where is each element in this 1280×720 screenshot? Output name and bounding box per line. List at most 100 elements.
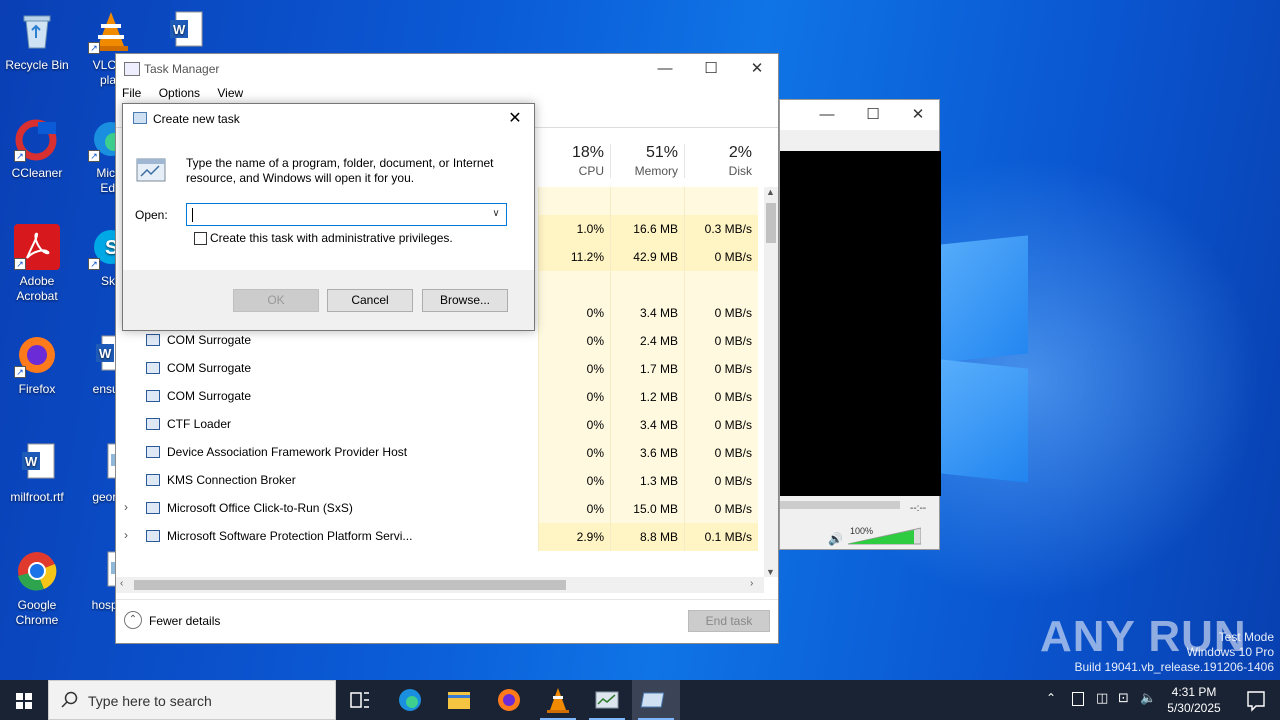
process-icon: [146, 390, 160, 402]
process-icon: [146, 474, 160, 486]
disk-cell: 0 MB/s: [684, 467, 758, 495]
open-combobox[interactable]: ∨: [186, 203, 507, 226]
meet-now-icon[interactable]: ◫: [1096, 690, 1108, 706]
admin-privileges-checkbox[interactable]: [194, 232, 207, 245]
taskbar: Type here to search ⌃ ◫ ⊡ 🔈 4:31 PM 5/30…: [0, 680, 1280, 720]
volume-slider[interactable]: [848, 526, 921, 546]
task-view-icon: [350, 692, 369, 708]
scroll-left-arrow-icon[interactable]: ‹: [120, 578, 123, 589]
desktop-icon-acrobat[interactable]: ↗ Adobe Acrobat: [0, 224, 74, 304]
taskbar-search-box[interactable]: Type here to search: [48, 680, 336, 720]
table-row[interactable]: CTF Loader 0% 3.4 MB 0 MB/s: [116, 411, 764, 439]
disk-cell: 0 MB/s: [684, 355, 758, 383]
column-header-disk[interactable]: 2% Disk: [684, 144, 758, 178]
cancel-button[interactable]: Cancel: [327, 289, 413, 312]
volume-icon[interactable]: 🔈: [1140, 690, 1156, 706]
taskbar-edge[interactable]: [386, 680, 434, 720]
seek-bar[interactable]: [780, 501, 900, 509]
shortcut-arrow-icon: ↗: [14, 150, 26, 162]
media-player-window[interactable]: — ☐ ✕ --:-- 100% 🔊: [779, 99, 941, 550]
ok-button[interactable]: OK: [233, 289, 319, 312]
menu-file[interactable]: File: [122, 86, 141, 100]
desktop-icon-milfroot[interactable]: W milfroot.rtf: [0, 440, 74, 505]
scroll-up-arrow-icon[interactable]: ▲: [766, 187, 775, 197]
disk-label: Disk: [728, 164, 752, 178]
taskbar-vlc[interactable]: [534, 680, 582, 720]
admin-privileges-label[interactable]: Create this task with administrative pri…: [210, 231, 453, 245]
cpu-cell: 2.9%: [538, 523, 610, 551]
minimize-button[interactable]: —: [804, 100, 850, 130]
open-label: Open:: [135, 208, 168, 222]
memory-total: 51%: [645, 144, 678, 161]
desktop-icon-firefox[interactable]: ↗ Firefox: [0, 332, 74, 397]
tablet-icon[interactable]: [1072, 692, 1084, 706]
column-header-memory[interactable]: 51% Memory: [610, 144, 684, 178]
disk-cell: 0 MB/s: [684, 243, 758, 271]
table-row[interactable]: COM Surrogate 0% 2.4 MB 0 MB/s: [116, 327, 764, 355]
expand-chevron-icon[interactable]: ›: [124, 500, 128, 514]
scrollbar-thumb[interactable]: [134, 580, 566, 590]
menu-options[interactable]: Options: [159, 86, 200, 100]
menu-view[interactable]: View: [217, 86, 243, 100]
scroll-down-arrow-icon[interactable]: ▼: [766, 567, 775, 577]
process-name: COM Surrogate: [167, 389, 252, 403]
close-button[interactable]: ✕: [895, 100, 941, 130]
folder-icon: [448, 692, 470, 709]
word-document-icon: W: [162, 8, 208, 54]
vertical-scrollbar[interactable]: ▲ ▼: [764, 187, 778, 577]
column-header-cpu[interactable]: 18% CPU: [538, 144, 610, 178]
table-row[interactable]: COM Surrogate 0% 1.7 MB 0 MB/s: [116, 355, 764, 383]
task-manager-titlebar[interactable]: Task Manager — ☐ ✕: [116, 54, 778, 84]
start-button[interactable]: [0, 680, 48, 720]
close-button[interactable]: ✕: [502, 106, 528, 132]
taskbar-run-dialog[interactable]: [632, 680, 680, 720]
svg-text:W: W: [25, 454, 38, 469]
table-row[interactable]: COM Surrogate 0% 1.2 MB 0 MB/s: [116, 383, 764, 411]
maximize-button[interactable]: ☐: [688, 54, 734, 84]
video-area[interactable]: [780, 151, 941, 496]
browse-button[interactable]: Browse...: [422, 289, 508, 312]
disk-cell: 0.1 MB/s: [684, 523, 758, 551]
memory-cell: 8.8 MB: [610, 523, 684, 551]
close-button[interactable]: ✕: [734, 54, 780, 84]
task-view-button[interactable]: [336, 680, 384, 720]
network-icon[interactable]: ⊡: [1118, 690, 1129, 706]
table-row[interactable]: › Microsoft Office Click-to-Run (SxS) 0% 15…: [116, 495, 764, 523]
desktop-icon-chrome[interactable]: Google Chrome: [0, 548, 74, 628]
taskbar-file-explorer[interactable]: [435, 680, 483, 720]
memory-cell: 16.6 MB: [610, 215, 684, 243]
process-icon: [146, 362, 160, 374]
chevron-down-icon[interactable]: ∨: [488, 206, 504, 223]
fewer-details-link[interactable]: Fewer details: [149, 614, 220, 628]
notification-center-button[interactable]: [1232, 680, 1280, 720]
chevron-up-icon[interactable]: ⌃: [124, 611, 142, 629]
desktop-icon-ccleaner[interactable]: ↗ CCleaner: [0, 116, 74, 181]
maximize-button[interactable]: ☐: [850, 100, 896, 130]
run-dialog-icon: [640, 692, 665, 708]
system-clock[interactable]: 4:31 PM 5/30/2025: [1158, 684, 1230, 716]
memory-cell: 1.3 MB: [610, 467, 684, 495]
desktop-icon-word-doc[interactable]: W: [148, 8, 222, 58]
cpu-cell: 0%: [538, 383, 610, 411]
task-manager-icon: [595, 691, 619, 709]
scrollbar-thumb[interactable]: [766, 203, 776, 243]
horizontal-scrollbar[interactable]: ‹ ›: [116, 577, 764, 593]
chevron-up-icon[interactable]: ⌃: [1046, 691, 1056, 705]
speaker-icon[interactable]: 🔊: [828, 532, 843, 546]
windows-logo-pane: [940, 235, 1028, 363]
table-row[interactable]: Device Association Framework Provider Ho…: [116, 439, 764, 467]
end-task-button[interactable]: End task: [688, 610, 770, 632]
media-titlebar[interactable]: — ☐ ✕: [780, 100, 939, 130]
table-row[interactable]: KMS Connection Broker 0% 1.3 MB 0 MB/s: [116, 467, 764, 495]
shortcut-arrow-icon: ↗: [88, 258, 100, 270]
watermark-line: Windows 10 Pro: [1186, 645, 1274, 659]
desktop-icon-recycle-bin[interactable]: Recycle Bin: [0, 8, 74, 73]
expand-chevron-icon[interactable]: ›: [124, 528, 128, 542]
taskbar-firefox[interactable]: [485, 680, 533, 720]
minimize-button[interactable]: —: [642, 54, 688, 84]
scroll-right-arrow-icon[interactable]: ›: [750, 578, 753, 589]
create-new-task-dialog[interactable]: Create new task ✕ Type the name of a pro…: [122, 103, 535, 331]
memory-cell: 42.9 MB: [610, 243, 684, 271]
taskbar-task-manager[interactable]: [583, 680, 631, 720]
table-row[interactable]: › Microsoft Software Protection Platform …: [116, 523, 764, 551]
